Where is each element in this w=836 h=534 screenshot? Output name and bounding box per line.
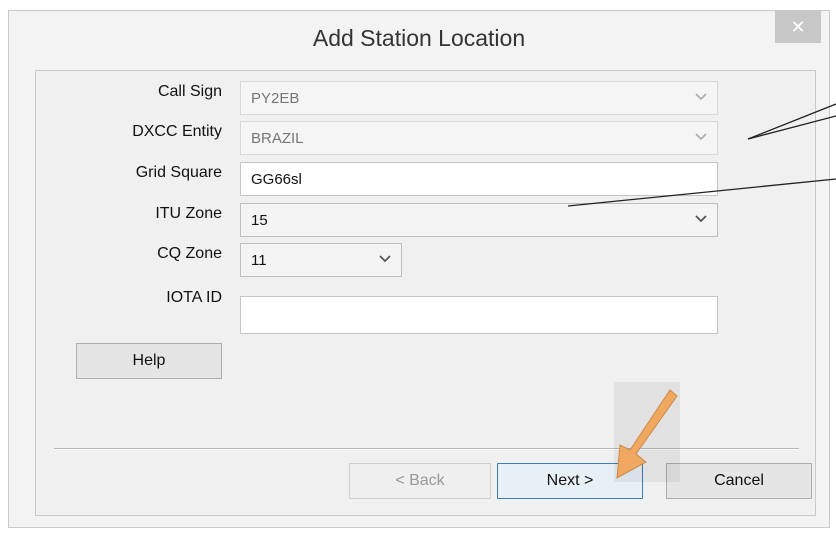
- annotation-lines: [567, 103, 836, 207]
- pointer-line: [747, 103, 836, 140]
- pointer-line: [567, 178, 836, 207]
- arrow-pointer-icon: [614, 382, 680, 482]
- pointer-line: [747, 115, 836, 140]
